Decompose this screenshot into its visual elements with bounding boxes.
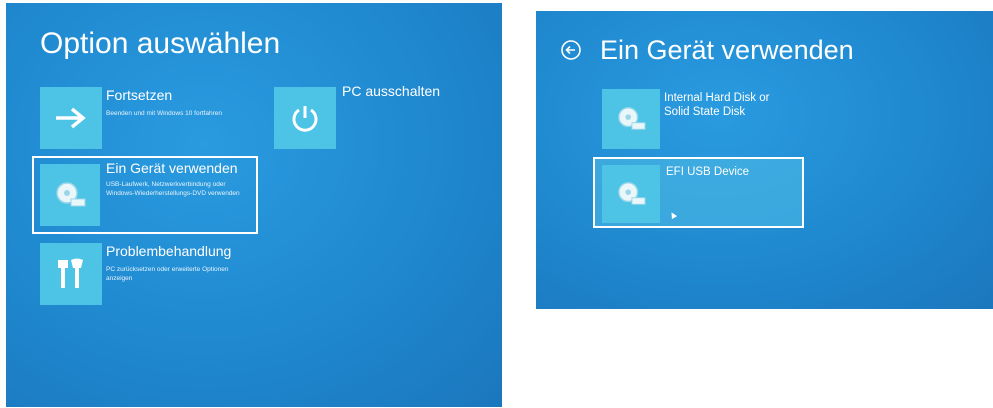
option-title: Problembehandlung	[106, 243, 232, 259]
disk-drive-icon	[602, 89, 660, 149]
option-troubleshoot[interactable]: Problembehandlung PC zurücksetzen oder e…	[40, 241, 270, 305]
option-title: PC ausschalten	[342, 83, 441, 99]
tools-icon	[40, 243, 102, 305]
option-select-screen: Option auswählen Fortsetzen Beenden und …	[6, 3, 502, 407]
page-title: Option auswählen	[40, 27, 281, 60]
option-continue[interactable]: Fortsetzen Beenden und mit Windows 10 fo…	[40, 87, 270, 149]
device-label: Internal Hard Disk or Solid State Disk	[664, 92, 770, 118]
device-label: EFI USB Device	[666, 166, 750, 178]
power-icon	[274, 87, 336, 149]
page-title: Ein Gerät verwenden	[600, 35, 854, 65]
use-device-screen: Ein Gerät verwenden Internal Hard Disk o…	[536, 11, 993, 309]
option-title: Fortsetzen	[106, 87, 173, 103]
option-description: USB-Laufwerk, Netzwerkverbindung oder Wi…	[106, 181, 240, 197]
option-shutdown[interactable]: PC ausschalten	[274, 83, 474, 149]
back-arrow-icon[interactable]	[560, 39, 586, 65]
arrow-right-icon	[40, 87, 102, 149]
option-description: Beenden und mit Windows 10 fortfahren	[106, 110, 222, 117]
option-title: Ein Gerät verwenden	[106, 160, 238, 176]
disk-drive-icon	[602, 165, 660, 223]
disk-drive-icon	[40, 164, 100, 226]
option-description: PC zurücksetzen oder erweiterte Optionen…	[106, 266, 229, 282]
option-use-device[interactable]: Ein Gerät verwenden USB-Laufwerk, Netzwe…	[32, 156, 258, 234]
device-internal-disk[interactable]: Internal Hard Disk or Solid State Disk	[602, 89, 802, 151]
device-efi-usb[interactable]: EFI USB Device	[593, 157, 804, 228]
